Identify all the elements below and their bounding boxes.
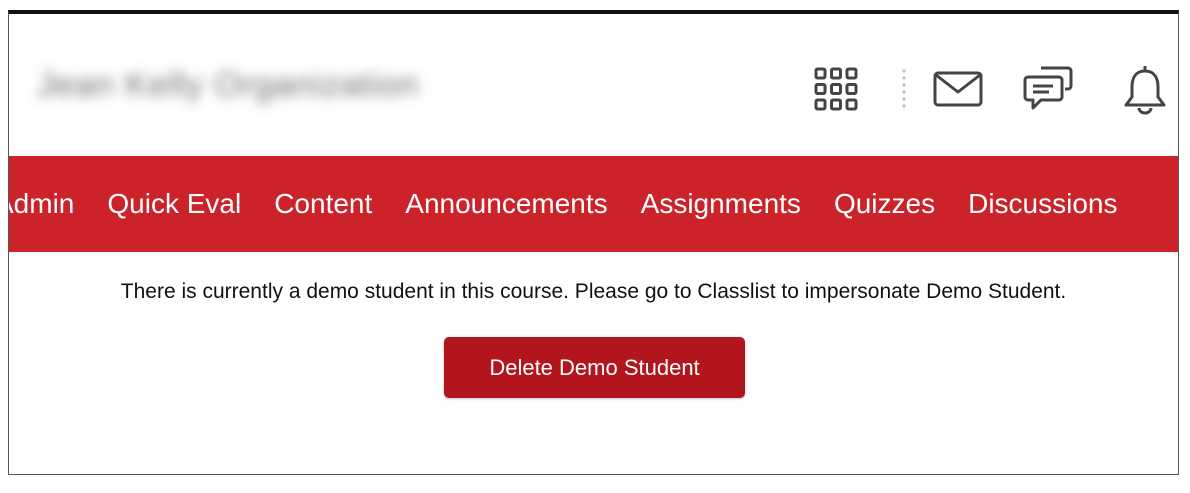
demo-student-message: There is currently a demo student in thi… bbox=[120, 280, 1067, 303]
envelope-icon[interactable] bbox=[931, 62, 985, 116]
nav-list: Admin Quick Eval Content Announcements A… bbox=[9, 156, 1150, 252]
header: Jean Kelly Organization bbox=[9, 14, 1178, 156]
waffle-grid-icon[interactable] bbox=[809, 62, 863, 116]
bell-icon[interactable] bbox=[1118, 62, 1172, 116]
delete-demo-student-button[interactable]: Delete Demo Student bbox=[444, 337, 745, 398]
nav-item-content[interactable]: Content bbox=[274, 188, 372, 220]
nav-item-assignments[interactable]: Assignments bbox=[641, 188, 801, 220]
header-divider bbox=[902, 69, 906, 108]
chat-bubbles-icon[interactable] bbox=[1021, 62, 1075, 116]
course-navbar: Admin Quick Eval Content Announcements A… bbox=[9, 156, 1178, 252]
org-name[interactable]: Jean Kelly Organization bbox=[37, 66, 419, 105]
nav-item-quizzes[interactable]: Quizzes bbox=[834, 188, 935, 220]
nav-item-discussions[interactable]: Discussions bbox=[968, 188, 1117, 220]
nav-item-admin[interactable]: Admin bbox=[9, 188, 74, 220]
app-window: Jean Kelly Organization dmin Quick Eval … bbox=[8, 10, 1179, 475]
nav-item-announcements[interactable]: Announcements bbox=[405, 188, 607, 220]
nav-item-quick-eval[interactable]: Quick Eval bbox=[107, 188, 241, 220]
